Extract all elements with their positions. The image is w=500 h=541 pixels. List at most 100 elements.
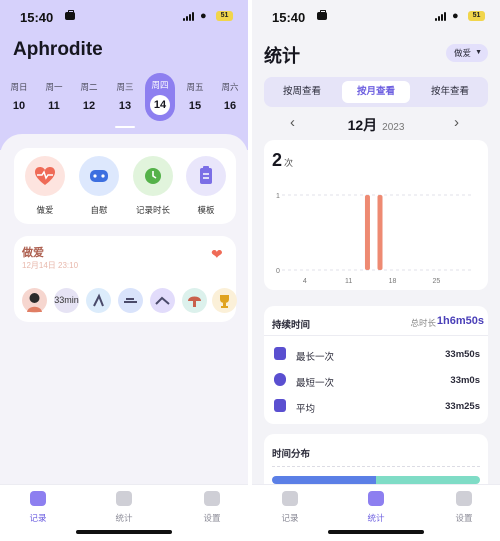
- gear-icon: [204, 491, 220, 506]
- record-date: 12月14日 23:10: [22, 261, 79, 270]
- status-bar: 15:40 ● 51: [0, 0, 248, 34]
- nav-label: 记录: [29, 513, 47, 523]
- wifi-icon: ●: [200, 10, 207, 22]
- briefcase-icon: [65, 10, 75, 20]
- gear-icon: [456, 491, 472, 506]
- tab-monthly[interactable]: 按月查看: [342, 81, 410, 103]
- day-name: 周二: [80, 82, 98, 92]
- activity-filter-dropdown[interactable]: 做爱 ▼: [446, 44, 488, 62]
- duration-title: 持续时间: [272, 320, 311, 331]
- status-bar: 15:40 ● 51: [252, 0, 500, 34]
- quick-action-label: 做爱: [36, 205, 54, 215]
- quick-actions-card: 做爱 自慰 记录时长 模板: [14, 148, 236, 224]
- calculator-icon: [274, 399, 286, 412]
- quick-action-record-duration[interactable]: 记录时长: [131, 156, 175, 216]
- tab-yearly[interactable]: 按年查看: [416, 81, 484, 103]
- gamepad-icon: [79, 156, 119, 196]
- chart-bar: [377, 195, 383, 270]
- nav-stats[interactable]: 统计: [104, 491, 144, 524]
- distribution-title: 时间分布: [272, 449, 311, 460]
- quick-action-label: 记录时长: [135, 205, 170, 215]
- day-sat[interactable]: 周六 16: [215, 76, 245, 124]
- battery-icon: 51: [216, 11, 233, 21]
- day-tue[interactable]: 周二 12: [74, 76, 104, 124]
- y-tick-label: 1: [276, 193, 280, 200]
- chart-icon: [116, 491, 132, 506]
- day-number: 10: [12, 100, 26, 112]
- monthly-bar-chart: 0 1 4 11 18 25: [276, 193, 474, 285]
- nav-label: 记录: [281, 513, 299, 523]
- day-number: 16: [223, 100, 237, 112]
- nav-settings[interactable]: 设置: [444, 491, 484, 524]
- y-tick-label: 0: [276, 268, 280, 275]
- hourglass-icon: [274, 347, 286, 360]
- day-number: 15: [188, 100, 202, 112]
- battery-icon: 51: [468, 11, 485, 21]
- total-duration-value: 1h6m50s: [436, 315, 484, 327]
- mushroom-icon: [182, 288, 207, 313]
- clipboard-icon: [186, 156, 226, 196]
- chart-bar: [364, 195, 370, 270]
- row-label: 最长一次: [296, 352, 335, 363]
- day-number: 13: [118, 100, 132, 112]
- status-time: 15:40: [272, 10, 306, 25]
- chevron-right-icon[interactable]: ›: [454, 114, 459, 131]
- quick-action-template[interactable]: 模板: [184, 156, 228, 216]
- signal-icon: [435, 12, 449, 21]
- day-thu-selected[interactable]: 周四 14: [145, 73, 175, 121]
- duration-row-longest: 最长一次 33m50s: [264, 344, 488, 366]
- day-mon[interactable]: 周一 11: [39, 76, 69, 124]
- nav-record[interactable]: 记录: [270, 491, 310, 524]
- briefcase-icon: [317, 10, 327, 20]
- nav-settings[interactable]: 设置: [192, 491, 232, 524]
- row-label: 平均: [296, 404, 316, 415]
- nav-stats[interactable]: 统计: [356, 491, 396, 524]
- trophy-icon: [212, 288, 237, 313]
- quick-action-masturbation[interactable]: 自慰: [77, 156, 121, 216]
- home-indicator: [328, 530, 424, 534]
- count-chart-card: 2次 0 1 4 11 18 25: [264, 140, 488, 290]
- x-tick-label: 18: [389, 278, 397, 285]
- tab-weekly[interactable]: 按周查看: [268, 81, 336, 103]
- month-value: 12月: [347, 117, 378, 133]
- stats-screen: 15:40 ● 51 统计 做爱 ▼ 按周查看 按月查看 按年查看 ‹ 12月 2…: [252, 0, 500, 541]
- position-icon: [86, 288, 111, 313]
- app-title: Aphrodite: [13, 39, 103, 60]
- day-name: 周三: [116, 82, 134, 92]
- day-number: 12: [82, 100, 96, 112]
- x-tick-label: 4: [303, 278, 307, 285]
- x-tick-label: 11: [345, 278, 352, 285]
- week-scroll-indicator: [115, 126, 135, 128]
- partner-avatar-icon: [22, 288, 47, 313]
- duration-header: 持续时间 总时长 1h6m50s: [264, 306, 488, 336]
- view-mode-tabs: 按周查看 按月查看 按年查看: [264, 77, 488, 107]
- day-name: 周一: [45, 82, 63, 92]
- nav-label: 设置: [203, 513, 221, 523]
- x-tick-label: 25: [433, 278, 441, 285]
- day-fri[interactable]: 周五 15: [180, 76, 210, 124]
- week-strip: 周日 10 周一 11 周二 12 周三 13 周四 14 周五 15 周六 1…: [0, 73, 248, 126]
- day-sun[interactable]: 周日 10: [4, 76, 34, 124]
- day-number: 11: [48, 100, 60, 112]
- record-entry-card[interactable]: 做爱 12月14日 23:10 ❤ 33min: [14, 236, 237, 322]
- nav-record[interactable]: 记录: [18, 491, 58, 524]
- nav-label: 设置: [455, 513, 473, 523]
- nav-label: 统计: [367, 513, 385, 523]
- page-title: 统计: [264, 46, 300, 66]
- lying-position-icon: [118, 288, 143, 313]
- duration-row-shortest: 最短一次 33m0s: [264, 370, 488, 392]
- row-value: 33m50s: [445, 349, 480, 360]
- filter-value: 做爱: [454, 48, 472, 58]
- heart-pulse-icon: [25, 156, 65, 196]
- day-number: 14: [150, 95, 170, 115]
- duration-row-average: 平均 33m25s: [264, 396, 488, 418]
- distribution-gridline: [272, 466, 480, 467]
- clock-icon: [133, 156, 173, 196]
- day-wed[interactable]: 周三 13: [110, 76, 140, 124]
- quick-action-sex[interactable]: 做爱: [23, 156, 67, 216]
- bed-icon: [150, 288, 175, 313]
- record-title: 做爱: [22, 247, 44, 259]
- wifi-icon: ●: [452, 10, 459, 22]
- quick-action-label: 模板: [197, 205, 215, 215]
- year-value: 2023: [382, 122, 405, 133]
